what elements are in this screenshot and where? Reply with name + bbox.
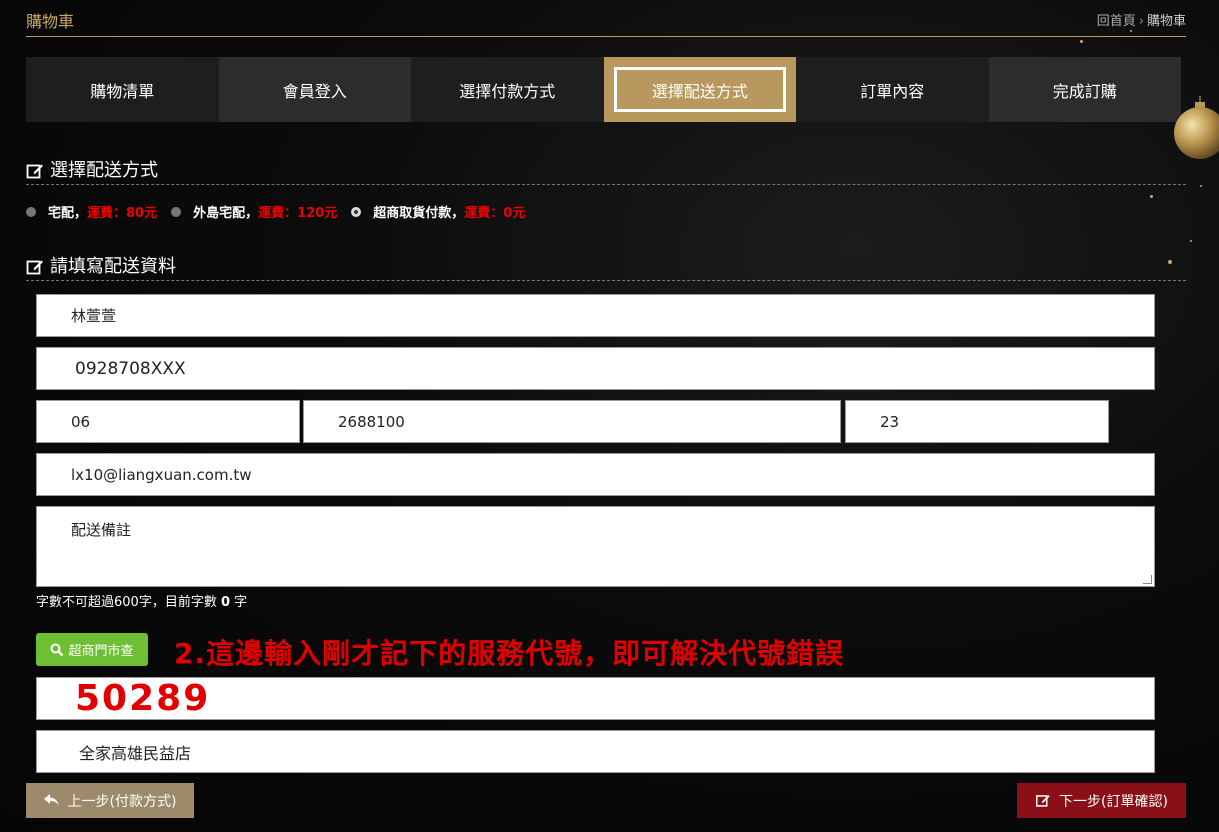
input-value: 0928708XXX: [75, 358, 186, 379]
delivery-note-textarea[interactable]: 配送備註: [36, 506, 1155, 587]
section-title-text: 選擇配送方式: [50, 160, 158, 181]
textarea-placeholder: 配送備註: [71, 521, 132, 539]
step-cart-list[interactable]: 購物清單: [26, 57, 219, 122]
option-label: 外島宅配，: [193, 206, 259, 221]
hint-count: 0: [220, 595, 230, 610]
button-label: 超商門市查: [68, 644, 134, 659]
sparkle-decoration: [1200, 185, 1202, 187]
radio-button[interactable]: [171, 206, 182, 217]
store-name-input[interactable]: 全家高雄民益店: [36, 730, 1155, 773]
step-order-content[interactable]: 訂單內容: [796, 57, 989, 122]
search-icon: [50, 643, 64, 656]
input-value: 全家高雄民益店: [79, 743, 192, 763]
edit-icon: [26, 260, 43, 275]
step-label: 訂單內容: [860, 81, 925, 101]
char-count-hint: 字數不可超過600字，目前字數 0 字: [36, 591, 247, 610]
phone-area-input[interactable]: 06: [36, 400, 300, 443]
annotation-text: 2.這邊輸入剛才記下的服務代號，即可解決代號錯誤: [174, 637, 845, 670]
shipping-section-title: 選擇配送方式: [26, 158, 1186, 185]
input-value: 林萱萱: [71, 307, 117, 325]
step-member-login[interactable]: 會員登入: [218, 57, 411, 122]
delivery-info-section-title: 請填寫配送資料: [26, 254, 1186, 281]
page-header: 購物車 回首頁 › 購物車: [26, 0, 1186, 37]
reply-arrow-icon: [43, 794, 59, 806]
option-label: 宅配，: [48, 206, 88, 221]
phone-number-input[interactable]: 2688100: [303, 400, 841, 443]
edit-icon: [26, 164, 43, 179]
store-search-button[interactable]: 超商門市查: [36, 633, 148, 666]
next-step-button[interactable]: 下一步(訂單確認): [1017, 783, 1186, 818]
sparkle-decoration: [1150, 195, 1153, 198]
sparkle-decoration: [1190, 240, 1192, 242]
hint-text: 字: [230, 595, 248, 610]
edit-icon: [1036, 795, 1050, 807]
sparkle-decoration: [1080, 40, 1083, 43]
step-label: 選擇付款方式: [459, 81, 556, 101]
option-fee: 運費：0元: [464, 206, 526, 221]
mobile-input[interactable]: 0928708XXX: [36, 347, 1155, 390]
input-value: 50289: [75, 678, 211, 719]
resize-handle[interactable]: [1143, 575, 1152, 584]
breadcrumb-separator: ›: [1138, 14, 1144, 29]
step-payment-method[interactable]: 選擇付款方式: [411, 57, 604, 122]
hint-text: 字數不可超過600字，目前字數: [36, 595, 221, 610]
previous-step-button[interactable]: 上一步(付款方式): [26, 783, 194, 818]
step-label: 購物清單: [90, 81, 155, 101]
store-code-input[interactable]: 50289: [36, 677, 1155, 720]
breadcrumb-current: 購物車: [1146, 14, 1186, 29]
breadcrumb-home-link[interactable]: 回首頁: [1097, 14, 1136, 29]
shipping-option-island[interactable]: 外島宅配， 運費：120元: [171, 202, 337, 221]
name-input[interactable]: 林萱萱: [36, 294, 1155, 337]
radio-button[interactable]: [26, 206, 36, 217]
shipping-option-home[interactable]: 宅配， 運費：80元: [26, 202, 157, 221]
section-title-text: 請填寫配送資料: [50, 256, 176, 277]
step-label: 完成訂購: [1052, 81, 1117, 101]
shipping-options: 宅配， 運費：80元 外島宅配， 運費：120元 超商取貨付款， 運費：0元: [26, 202, 539, 221]
option-fee: 運費：120元: [258, 206, 338, 221]
step-shipping-method[interactable]: 選擇配送方式: [603, 57, 796, 122]
step-complete-order[interactable]: 完成訂購: [988, 57, 1181, 122]
input-value: lx10@liangxuan.com.tw: [71, 465, 252, 484]
input-value: 23: [880, 412, 900, 431]
input-value: 06: [71, 412, 91, 431]
christmas-ornament-decoration: [1174, 96, 1219, 159]
checkout-steps: 購物清單 會員登入 選擇付款方式 選擇配送方式 訂單內容 完成訂購: [26, 57, 1181, 122]
button-label: 下一步(訂單確認): [1059, 793, 1168, 810]
shipping-option-convenience-store[interactable]: 超商取貨付款， 運費：0元: [351, 202, 525, 221]
step-label: 選擇配送方式: [651, 81, 748, 101]
input-value: 2688100: [338, 412, 405, 431]
phone-ext-input[interactable]: 23: [845, 400, 1109, 443]
step-label: 會員登入: [282, 81, 347, 101]
email-input[interactable]: lx10@liangxuan.com.tw: [36, 453, 1155, 496]
page-title: 購物車: [26, 12, 75, 31]
option-fee: 運費：80元: [87, 206, 158, 221]
option-label: 超商取貨付款，: [373, 206, 465, 221]
radio-button-selected[interactable]: [351, 206, 362, 217]
button-label: 上一步(付款方式): [67, 793, 177, 810]
breadcrumb: 回首頁 › 購物車: [1097, 10, 1186, 29]
